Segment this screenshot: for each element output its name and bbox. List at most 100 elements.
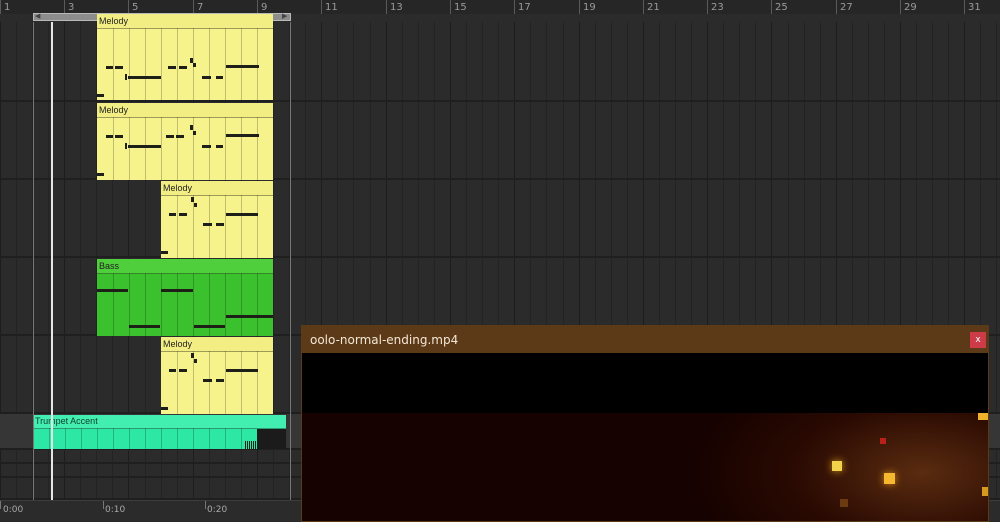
bar-ruler[interactable]: 1 3 5 7 9 11 13 15 17 19 21 23 25 27 29 … (0, 0, 1000, 14)
ruler-tick (964, 0, 965, 14)
midi-note (97, 173, 104, 176)
midi-note (255, 441, 256, 449)
midi-note (169, 369, 176, 372)
midi-note (216, 379, 224, 382)
ruler-tick (836, 0, 837, 14)
midi-note (249, 441, 250, 449)
midi-note (226, 213, 258, 216)
melody-clip[interactable]: Melody (97, 14, 273, 100)
trumpet-accent-clip[interactable]: Trumpet Accent (33, 415, 286, 449)
melody-clip[interactable]: Melody (97, 103, 273, 180)
midi-note (247, 441, 248, 449)
ruler-label-5: 5 (132, 2, 139, 13)
midi-note (226, 134, 259, 137)
spark-particle (982, 487, 988, 496)
midi-note (128, 76, 161, 79)
clip-title: Trumpet Accent (33, 415, 286, 429)
midi-note (203, 223, 212, 226)
midi-note (194, 325, 225, 328)
playhead[interactable] (51, 22, 53, 500)
ruler-tick (579, 0, 580, 14)
ruler-tick (64, 0, 65, 14)
midi-note (166, 135, 174, 138)
midi-note (128, 145, 161, 148)
video-titlebar[interactable]: oolo-normal-ending.mp4 x (302, 326, 988, 353)
ruler-label-27: 27 (840, 2, 853, 13)
midi-note (161, 407, 168, 410)
ruler-tick (193, 0, 194, 14)
ruler-label-31: 31 (968, 2, 981, 13)
ruler-label-25: 25 (775, 2, 788, 13)
midi-note (115, 66, 123, 69)
clip-title: Melody (161, 337, 273, 352)
spark-particle (832, 461, 842, 471)
midi-note (216, 76, 223, 79)
clip-title: Melody (97, 103, 273, 118)
video-title: oolo-normal-ending.mp4 (310, 333, 459, 347)
clip-title: Melody (97, 14, 273, 29)
midi-note (115, 135, 123, 138)
midi-note (169, 213, 176, 216)
ruler-tick (900, 0, 901, 14)
ruler-tick (643, 0, 644, 14)
midi-note (191, 197, 194, 202)
midi-note (193, 131, 196, 135)
melody-clip[interactable]: Melody (161, 181, 273, 258)
midi-note (161, 289, 193, 292)
midi-note (226, 65, 259, 68)
video-preview-window[interactable]: oolo-normal-ending.mp4 x (301, 325, 989, 522)
clip-title: Melody (161, 181, 273, 196)
midi-note (179, 213, 187, 216)
midi-note (97, 289, 128, 292)
midi-note (245, 441, 246, 449)
midi-note (179, 66, 187, 69)
ruler-label-21: 21 (647, 2, 660, 13)
ruler-label-13: 13 (390, 2, 403, 13)
ruler-label-3: 3 (68, 2, 75, 13)
spark-particle (884, 473, 895, 484)
midi-note (202, 145, 211, 148)
ruler-tick (771, 0, 772, 14)
ruler-tick (257, 0, 258, 14)
ruler-label-1: 1 (4, 2, 11, 13)
loop-start-line (33, 22, 34, 500)
midi-note (253, 441, 254, 449)
loop-end-arrow-icon[interactable]: ▶ (282, 13, 287, 21)
ruler-tick (514, 0, 515, 14)
midi-note (191, 353, 194, 358)
close-button[interactable]: x (970, 332, 986, 348)
ruler-label-9: 9 (261, 2, 268, 13)
midi-note (161, 251, 168, 254)
midi-note (176, 135, 184, 138)
midi-note (125, 74, 127, 80)
midi-note (190, 125, 193, 130)
bass-clip[interactable]: Bass (97, 259, 273, 336)
track-lane-3[interactable] (0, 180, 1000, 258)
time-label-0: 0:00 (3, 505, 24, 515)
midi-note (106, 135, 113, 138)
midi-note (194, 203, 197, 207)
midi-note (251, 441, 252, 449)
midi-note (193, 63, 196, 67)
midi-note (202, 76, 211, 79)
midi-note (168, 66, 176, 69)
midi-note (226, 315, 273, 318)
midi-note (216, 223, 224, 226)
melody-clip[interactable]: Melody (161, 337, 273, 414)
ruler-tick (450, 0, 451, 14)
video-frame (302, 413, 988, 521)
midi-note (203, 379, 212, 382)
time-label-20: 0:20 (207, 505, 228, 515)
ruler-label-23: 23 (711, 2, 724, 13)
ruler-label-15: 15 (454, 2, 467, 13)
loop-start-arrow-icon[interactable]: ◀ (35, 13, 40, 21)
time-label-10: 0:10 (105, 505, 126, 515)
ruler-label-11: 11 (325, 2, 338, 13)
ruler-label-17: 17 (518, 2, 531, 13)
ruler-tick (386, 0, 387, 14)
midi-note (226, 369, 258, 372)
midi-note (97, 94, 104, 97)
ruler-label-19: 19 (583, 2, 596, 13)
spark-particle (880, 438, 886, 444)
ruler-tick (128, 0, 129, 14)
